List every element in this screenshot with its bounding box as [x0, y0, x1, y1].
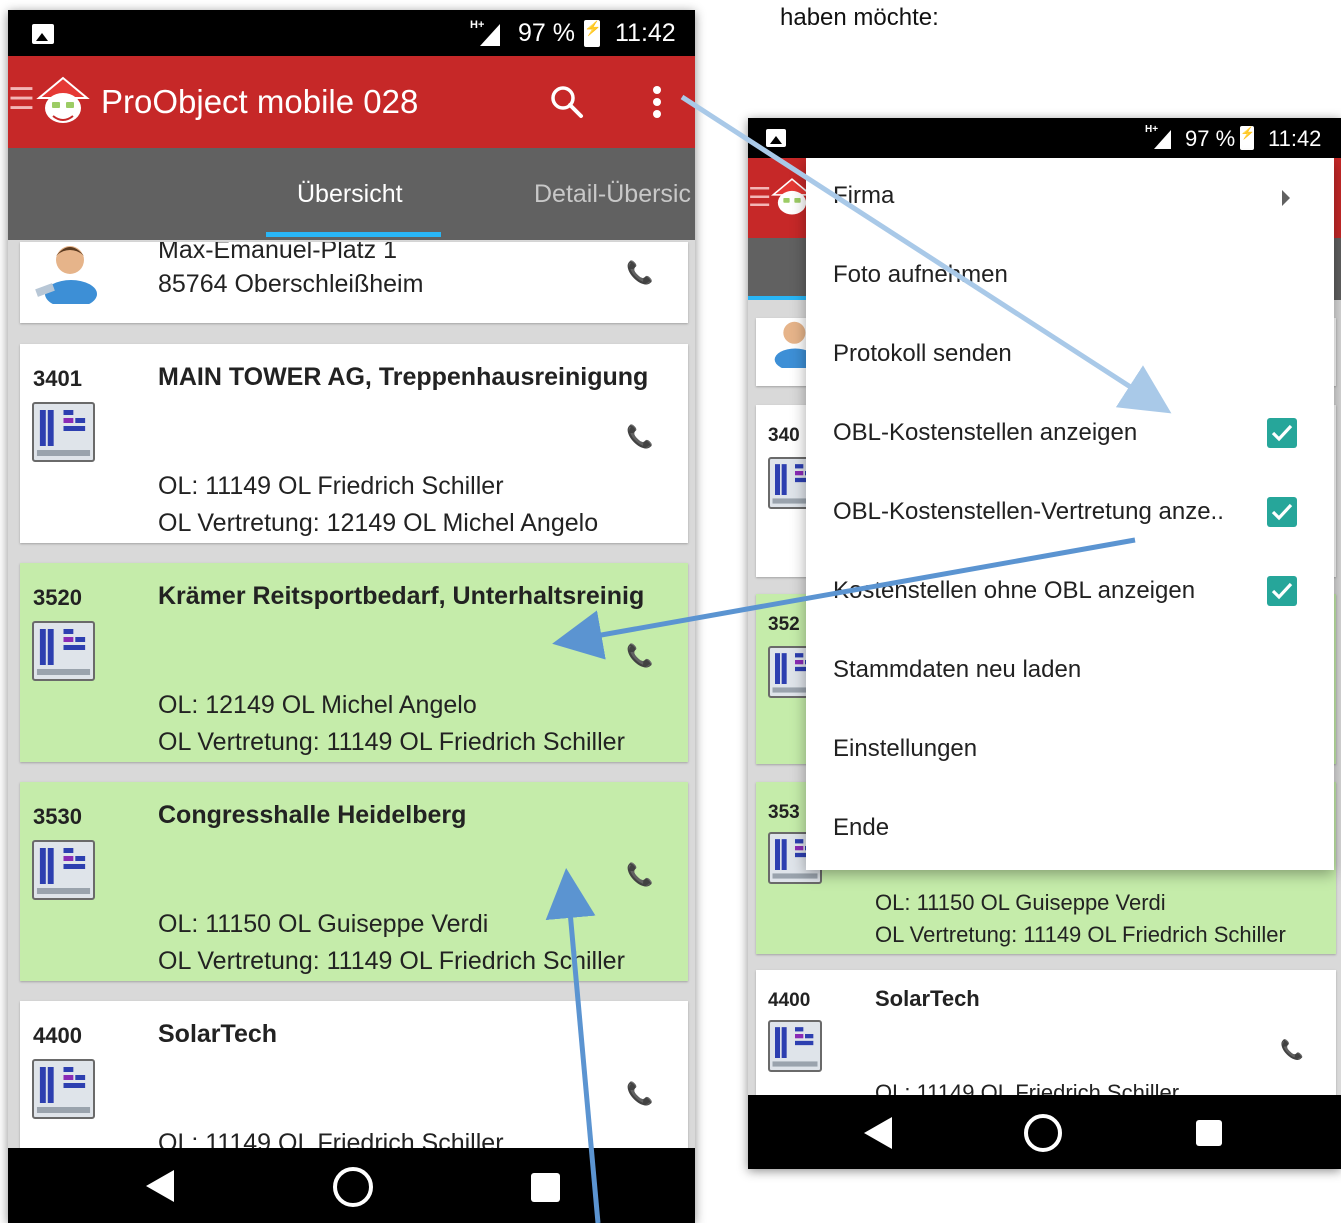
annotation-arrow-menu-to-option	[680, 94, 1172, 414]
annotation-arrow-option-to-card	[552, 537, 1136, 660]
annotation-arrow-up-to-card	[545, 868, 601, 1223]
annotation-arrows	[545, 94, 1172, 1223]
